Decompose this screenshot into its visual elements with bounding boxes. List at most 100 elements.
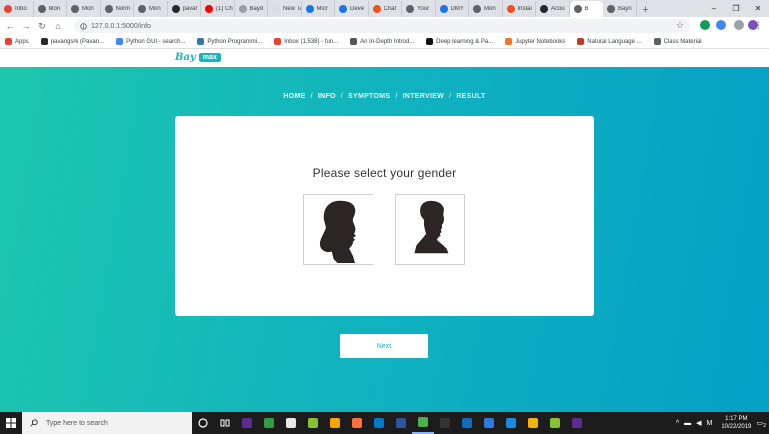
tab-favicon-icon <box>506 5 515 13</box>
browser-tab[interactable]: Deve <box>335 1 369 17</box>
app-glyph-icon <box>418 417 428 427</box>
system-tray: ^ ▬ ◀ M 1:17 PM 10/22/2019 ▭ 2 <box>676 412 769 434</box>
extension-translate-icon[interactable] <box>716 20 726 30</box>
back-icon[interactable]: ← <box>4 19 16 33</box>
windows-taskbar: Type here to search ^ ▬ ◀ M 1:17 PM 10/2… <box>0 412 769 434</box>
browser-tab[interactable]: Your <box>402 1 436 17</box>
browser-tab[interactable]: Acou <box>536 1 570 17</box>
browser-tab[interactable]: Inbo <box>0 1 34 17</box>
browser-tab[interactable]: DMY <box>436 1 469 17</box>
cortana-icon[interactable] <box>192 412 214 434</box>
tab-label: Instal <box>517 6 532 12</box>
task-view-icon[interactable] <box>214 412 236 434</box>
new-tab-button[interactable]: + <box>639 3 653 17</box>
breadcrumb-separator: / <box>340 93 344 100</box>
breadcrumb-separator: / <box>449 93 452 100</box>
tab-favicon-icon <box>573 5 582 13</box>
taskbar-app-icon[interactable] <box>280 412 302 434</box>
app-glyph-icon <box>462 418 472 428</box>
taskbar-clock[interactable]: 1:17 PM 10/22/2019 <box>721 415 751 431</box>
tab-favicon-icon <box>339 5 347 13</box>
bookmark-item[interactable]: Natural Language ... <box>577 38 642 45</box>
reload-icon[interactable]: ↻ <box>36 19 48 33</box>
home-icon[interactable]: ⌂ <box>52 19 64 33</box>
forward-icon[interactable]: → <box>20 19 32 33</box>
browser-tab[interactable]: Bayn <box>603 1 637 17</box>
breadcrumb-separator: / <box>395 93 398 100</box>
taskbar-app-icon[interactable] <box>302 412 324 434</box>
taskbar-app-icon[interactable] <box>500 412 522 434</box>
bookmark-item[interactable]: Jupyter Notebooks <box>505 38 565 45</box>
windows-start-icon[interactable] <box>0 412 22 434</box>
taskbar-app-icon[interactable] <box>324 412 346 434</box>
taskbar-app-icon[interactable] <box>522 412 544 434</box>
taskbar-apps <box>236 412 588 434</box>
browser-menu-icon[interactable]: ⋮ <box>754 20 763 31</box>
taskbar-search[interactable]: Type here to search <box>22 412 192 434</box>
browser-tab[interactable]: (1) Ch <box>201 1 235 17</box>
taskbar-app-icon[interactable] <box>236 412 258 434</box>
taskbar-app-icon[interactable] <box>412 412 434 434</box>
extension-grammar-icon[interactable] <box>700 20 710 30</box>
baymax-logo[interactable]: Bay max <box>175 52 221 63</box>
taskbar-app-icon[interactable] <box>346 412 368 434</box>
browser-tab[interactable]: Mon <box>134 1 168 17</box>
step-result[interactable]: RESULT <box>456 93 485 100</box>
browser-tab[interactable]: Mon <box>34 1 67 17</box>
male-option[interactable] <box>395 194 465 265</box>
female-option[interactable] <box>303 194 373 265</box>
browser-tab[interactable]: Mon <box>67 1 101 17</box>
step-symptoms[interactable]: SYMPTOMS <box>348 93 390 100</box>
tab-label: Chat <box>383 6 397 12</box>
bookmark-star-icon[interactable]: ☆ <box>676 20 684 31</box>
address-bar[interactable]: 127.0.0.1:5000/info ☆ <box>74 19 690 33</box>
taskbar-app-icon[interactable] <box>390 412 412 434</box>
next-button[interactable]: Next <box>340 334 428 358</box>
bookmark-item[interactable]: Inbox (1,538) - fun... <box>274 38 338 45</box>
taskbar-app-icon[interactable] <box>258 412 280 434</box>
extension-generic-icon[interactable] <box>734 20 744 30</box>
minimize-button[interactable]: – <box>703 0 725 16</box>
step-info[interactable]: INFO <box>318 93 336 100</box>
browser-tab[interactable]: Bayd <box>235 1 268 17</box>
show-hidden-icons-icon[interactable]: ^ <box>676 420 679 427</box>
bookmark-item[interactable]: Deep learning & Pa... <box>426 38 493 45</box>
language-icon[interactable]: M <box>707 420 713 427</box>
bookmark-item[interactable]: Apps <box>5 38 29 45</box>
taskbar-app-icon[interactable] <box>368 412 390 434</box>
bookmark-item[interactable]: pavangsrk (Pavan... <box>40 38 104 45</box>
bookmark-favicon-icon <box>5 38 12 45</box>
tab-favicon-icon <box>37 5 46 13</box>
breadcrumb-separator: / <box>310 93 313 100</box>
taskbar-app-icon[interactable] <box>478 412 500 434</box>
bookmark-label: An In-Depth Introd... <box>360 38 415 45</box>
taskbar-app-icon[interactable] <box>434 412 456 434</box>
close-window-button[interactable]: ✕ <box>747 0 769 16</box>
bookmark-item[interactable]: An In-Depth Introd... <box>350 38 414 45</box>
taskbar-app-icon[interactable] <box>456 412 478 434</box>
volume-icon[interactable]: ◀ <box>696 419 701 427</box>
info-icon[interactable] <box>80 22 87 30</box>
network-icon[interactable]: ▬ <box>684 420 691 427</box>
browser-tab[interactable]: B <box>569 1 603 17</box>
browser-tab[interactable]: Micr <box>302 1 335 17</box>
step-interview[interactable]: INTERVIEW <box>403 93 444 100</box>
browser-tab[interactable]: Instal <box>503 1 536 17</box>
taskbar-app-icon[interactable] <box>566 412 588 434</box>
notification-center-icon[interactable]: ▭ 2 <box>756 419 766 429</box>
taskbar-app-icon[interactable] <box>544 412 566 434</box>
browser-tab[interactable]: pavar <box>168 1 201 17</box>
browser-tab[interactable]: Mon <box>469 1 503 17</box>
taskbar-search-placeholder: Type here to search <box>46 419 108 427</box>
bookmark-item[interactable]: Class Material <box>653 38 702 45</box>
browser-toolbar: ← → ↻ ⌂ 127.0.0.1:5000/info ☆ <box>0 17 769 35</box>
browser-tab[interactable]: Norm <box>101 1 134 17</box>
bookmark-item[interactable]: Python GUI - search... <box>116 38 185 45</box>
tab-favicon-icon <box>540 5 548 13</box>
maximize-button[interactable]: ❐ <box>725 0 747 16</box>
clock-time: 1:17 PM <box>725 416 748 422</box>
browser-tab[interactable]: New Tab <box>268 1 302 17</box>
browser-tab[interactable]: Chat <box>369 1 402 17</box>
step-home[interactable]: HOME <box>283 93 305 100</box>
bookmark-item[interactable]: Python Programmi... <box>197 38 262 45</box>
